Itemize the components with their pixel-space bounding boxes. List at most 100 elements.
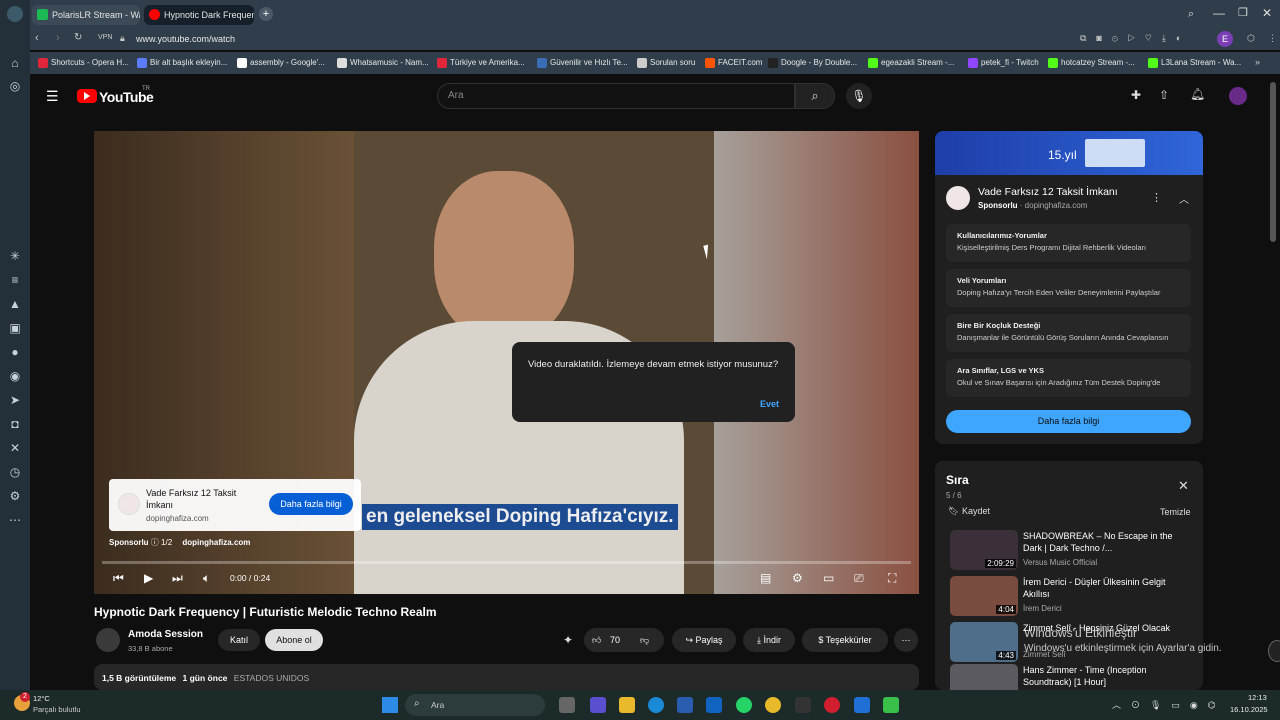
forward-icon[interactable]: ›: [56, 32, 60, 44]
page-scrollbar[interactable]: [1270, 82, 1276, 242]
task-view-icon[interactable]: [559, 697, 575, 713]
bookmark-item[interactable]: egeazakli Stream -...: [868, 56, 954, 70]
upload-icon[interactable]: ⇧: [1159, 88, 1169, 102]
previous-icon[interactable]: ⏮︎: [113, 571, 124, 586]
download-button[interactable]: ⤓ İndir: [743, 628, 795, 652]
tray-icons[interactable]: ︿⊙🎙︎▭◉⌬: [1112, 698, 1226, 711]
ai-sparkle-icon[interactable]: ✦: [563, 633, 573, 647]
tab-youtube[interactable]: Hypnotic Dark Frequenc: [144, 5, 254, 25]
aria-icon[interactable]: ◎: [7, 78, 23, 94]
kick-taskbar-icon[interactable]: [883, 697, 899, 713]
search-tabs-icon[interactable]: ⌕: [1188, 8, 1194, 21]
account-avatar[interactable]: [1229, 87, 1247, 105]
bookmark-item[interactable]: Bir alt başlık ekleyin...: [137, 56, 227, 70]
url-text[interactable]: www.youtube.com/watch: [136, 34, 235, 44]
profile-avatar[interactable]: E: [1217, 31, 1233, 47]
extensions-icon[interactable]: ⬡: [1247, 33, 1255, 44]
like-icon[interactable]: 👍︎: [592, 628, 601, 652]
bookmark-item[interactable]: petek_fi - Twitch: [968, 56, 1039, 70]
create-icon[interactable]: ✚: [1131, 88, 1141, 102]
progress-bar[interactable]: [102, 561, 911, 564]
search-input[interactable]: Ara: [437, 83, 795, 109]
close-icon[interactable]: ✕: [1262, 6, 1272, 20]
clock-date[interactable]: 16.10.2025: [1230, 705, 1268, 714]
sponsor-item[interactable]: Veli Yorumları Doping Hafıza'yı Tercih Ed…: [946, 269, 1191, 307]
vpn-badge[interactable]: VPN: [98, 34, 112, 41]
bookmark-item[interactable]: Shortcuts - Opera H...: [38, 56, 129, 70]
dislike-icon[interactable]: 👎︎: [640, 628, 649, 652]
sponsor-banner[interactable]: 15.yıl: [935, 131, 1203, 175]
settings-icon[interactable]: ⚙: [7, 488, 23, 504]
next-icon[interactable]: ⏭︎: [172, 571, 183, 586]
theater-mode-icon[interactable]: ▭: [823, 571, 834, 585]
ad-learn-more-button[interactable]: Daha fazla bilgi: [269, 493, 353, 515]
sponsor-item[interactable]: Bire Bir Koçluk Desteği Danışmanlar ile G…: [946, 314, 1191, 352]
location-tag[interactable]: ESTADOS UNIDOS: [234, 673, 309, 683]
triangle-icon[interactable]: ▲: [7, 296, 23, 312]
more-icon[interactable]: ⋯: [7, 512, 23, 528]
microphone-icon[interactable]: 🎙︎: [846, 83, 872, 109]
copilot-icon[interactable]: [590, 697, 606, 713]
outlook-icon[interactable]: [706, 697, 722, 713]
reload-icon[interactable]: ↻: [74, 32, 82, 43]
chrome-icon[interactable]: [765, 697, 781, 713]
instagram-icon[interactable]: ◘: [7, 416, 23, 432]
volume-icon[interactable]: 🔈︎: [203, 571, 210, 586]
home-icon[interactable]: ⌂: [7, 55, 23, 71]
steam-icon[interactable]: [795, 697, 811, 713]
settings-gear-icon[interactable]: ⚙: [792, 571, 803, 585]
ad-overlay[interactable]: Vade Farksız 12 Taksit İmkanı dopinghafi…: [109, 479, 361, 531]
sponsor-more-icon[interactable]: ⋮: [1151, 191, 1162, 204]
notifications-icon[interactable]: 🔔︎: [1190, 87, 1205, 101]
fullscreen-icon[interactable]: ⛶: [888, 571, 896, 586]
search-button[interactable]: ⌕: [795, 83, 835, 109]
maximize-icon[interactable]: ❐: [1238, 6, 1248, 19]
opera-logo-icon[interactable]: [7, 6, 23, 22]
cast-icon[interactable]: ⎚: [854, 571, 864, 586]
pause-yes-button[interactable]: Evet: [760, 399, 779, 409]
layers-icon[interactable]: ≡: [7, 272, 23, 288]
new-tab-button[interactable]: +: [259, 7, 273, 21]
channel-name[interactable]: Amoda Session: [128, 629, 203, 640]
sponsor-collapse-icon[interactable]: ︿: [1179, 191, 1189, 206]
bookmark-item[interactable]: assembly - Google'...: [237, 56, 325, 70]
queue-item[interactable]: 4:04 İrem Derici - Düşler Ülkesinin Gelgi…: [950, 576, 1190, 618]
back-icon[interactable]: ‹: [35, 32, 39, 44]
edge-icon[interactable]: [648, 697, 664, 713]
bookmark-item[interactable]: Güvenilir ve Hızlı Te...: [537, 56, 628, 70]
captions-icon[interactable]: ▤: [760, 571, 771, 585]
address-actions[interactable]: ⧉◙⊙▷♡⤓◐: [1080, 33, 1191, 44]
hamburger-menu-icon[interactable]: ☰: [46, 88, 59, 105]
bookmark-item[interactable]: Türkiye ve Amerika...: [437, 56, 525, 70]
bookmark-item[interactable]: Doogle - By Double...: [768, 56, 857, 70]
like-count[interactable]: 70: [610, 628, 620, 652]
bookmark-item[interactable]: Whatsamusic - Nam...: [337, 56, 429, 70]
x-icon[interactable]: ✕: [7, 440, 23, 456]
bookmark-item[interactable]: hotcatzey Stream -...: [1048, 56, 1135, 70]
bookmarks-more-icon[interactable]: »: [1255, 57, 1260, 67]
side-expand-button[interactable]: [1268, 640, 1280, 662]
sponsor-cta-button[interactable]: Daha fazla bilgi: [946, 410, 1191, 433]
more-actions-icon[interactable]: ⋯: [894, 628, 918, 652]
ad-info-icon[interactable]: ⓘ: [151, 538, 161, 547]
bookmark-item[interactable]: FACEIT.com: [705, 56, 762, 70]
defender-icon[interactable]: [854, 697, 870, 713]
sponsor-title[interactable]: Vade Farksız 12 Taksit İmkanı: [978, 186, 1118, 198]
opera-taskbar-icon[interactable]: [824, 697, 840, 713]
clock-time[interactable]: 12:13: [1248, 693, 1267, 702]
store-icon[interactable]: [677, 697, 693, 713]
whatsapp-icon[interactable]: ◉: [7, 368, 23, 384]
tab-polaris[interactable]: PolarisLR Stream - Watch: [32, 5, 140, 25]
sponsor-item[interactable]: Ara Sınıflar, LGS ve YKS Okul ve Sınav Ba…: [946, 359, 1191, 397]
bookmark-item[interactable]: L3Lana Stream - Wa...: [1148, 56, 1241, 70]
file-explorer-icon[interactable]: [619, 697, 635, 713]
queue-item[interactable]: 2:09:29 SHADOWBREAK – No Escape in the Da…: [950, 530, 1190, 572]
chatgpt-icon[interactable]: ✳: [7, 248, 23, 264]
box-icon[interactable]: ▣: [7, 320, 23, 336]
taskbar-search[interactable]: ⌕ Ara: [405, 694, 545, 716]
history-icon[interactable]: ◷: [7, 464, 23, 480]
thanks-button[interactable]: $ Teşekkürler: [802, 628, 888, 652]
play-icon[interactable]: ▶: [144, 571, 153, 585]
description-box[interactable]: 1,5 B görüntüleme 1 gün önce ESTADOS UNI…: [94, 664, 919, 690]
bookmark-item[interactable]: Sorulan soru: [637, 56, 695, 70]
